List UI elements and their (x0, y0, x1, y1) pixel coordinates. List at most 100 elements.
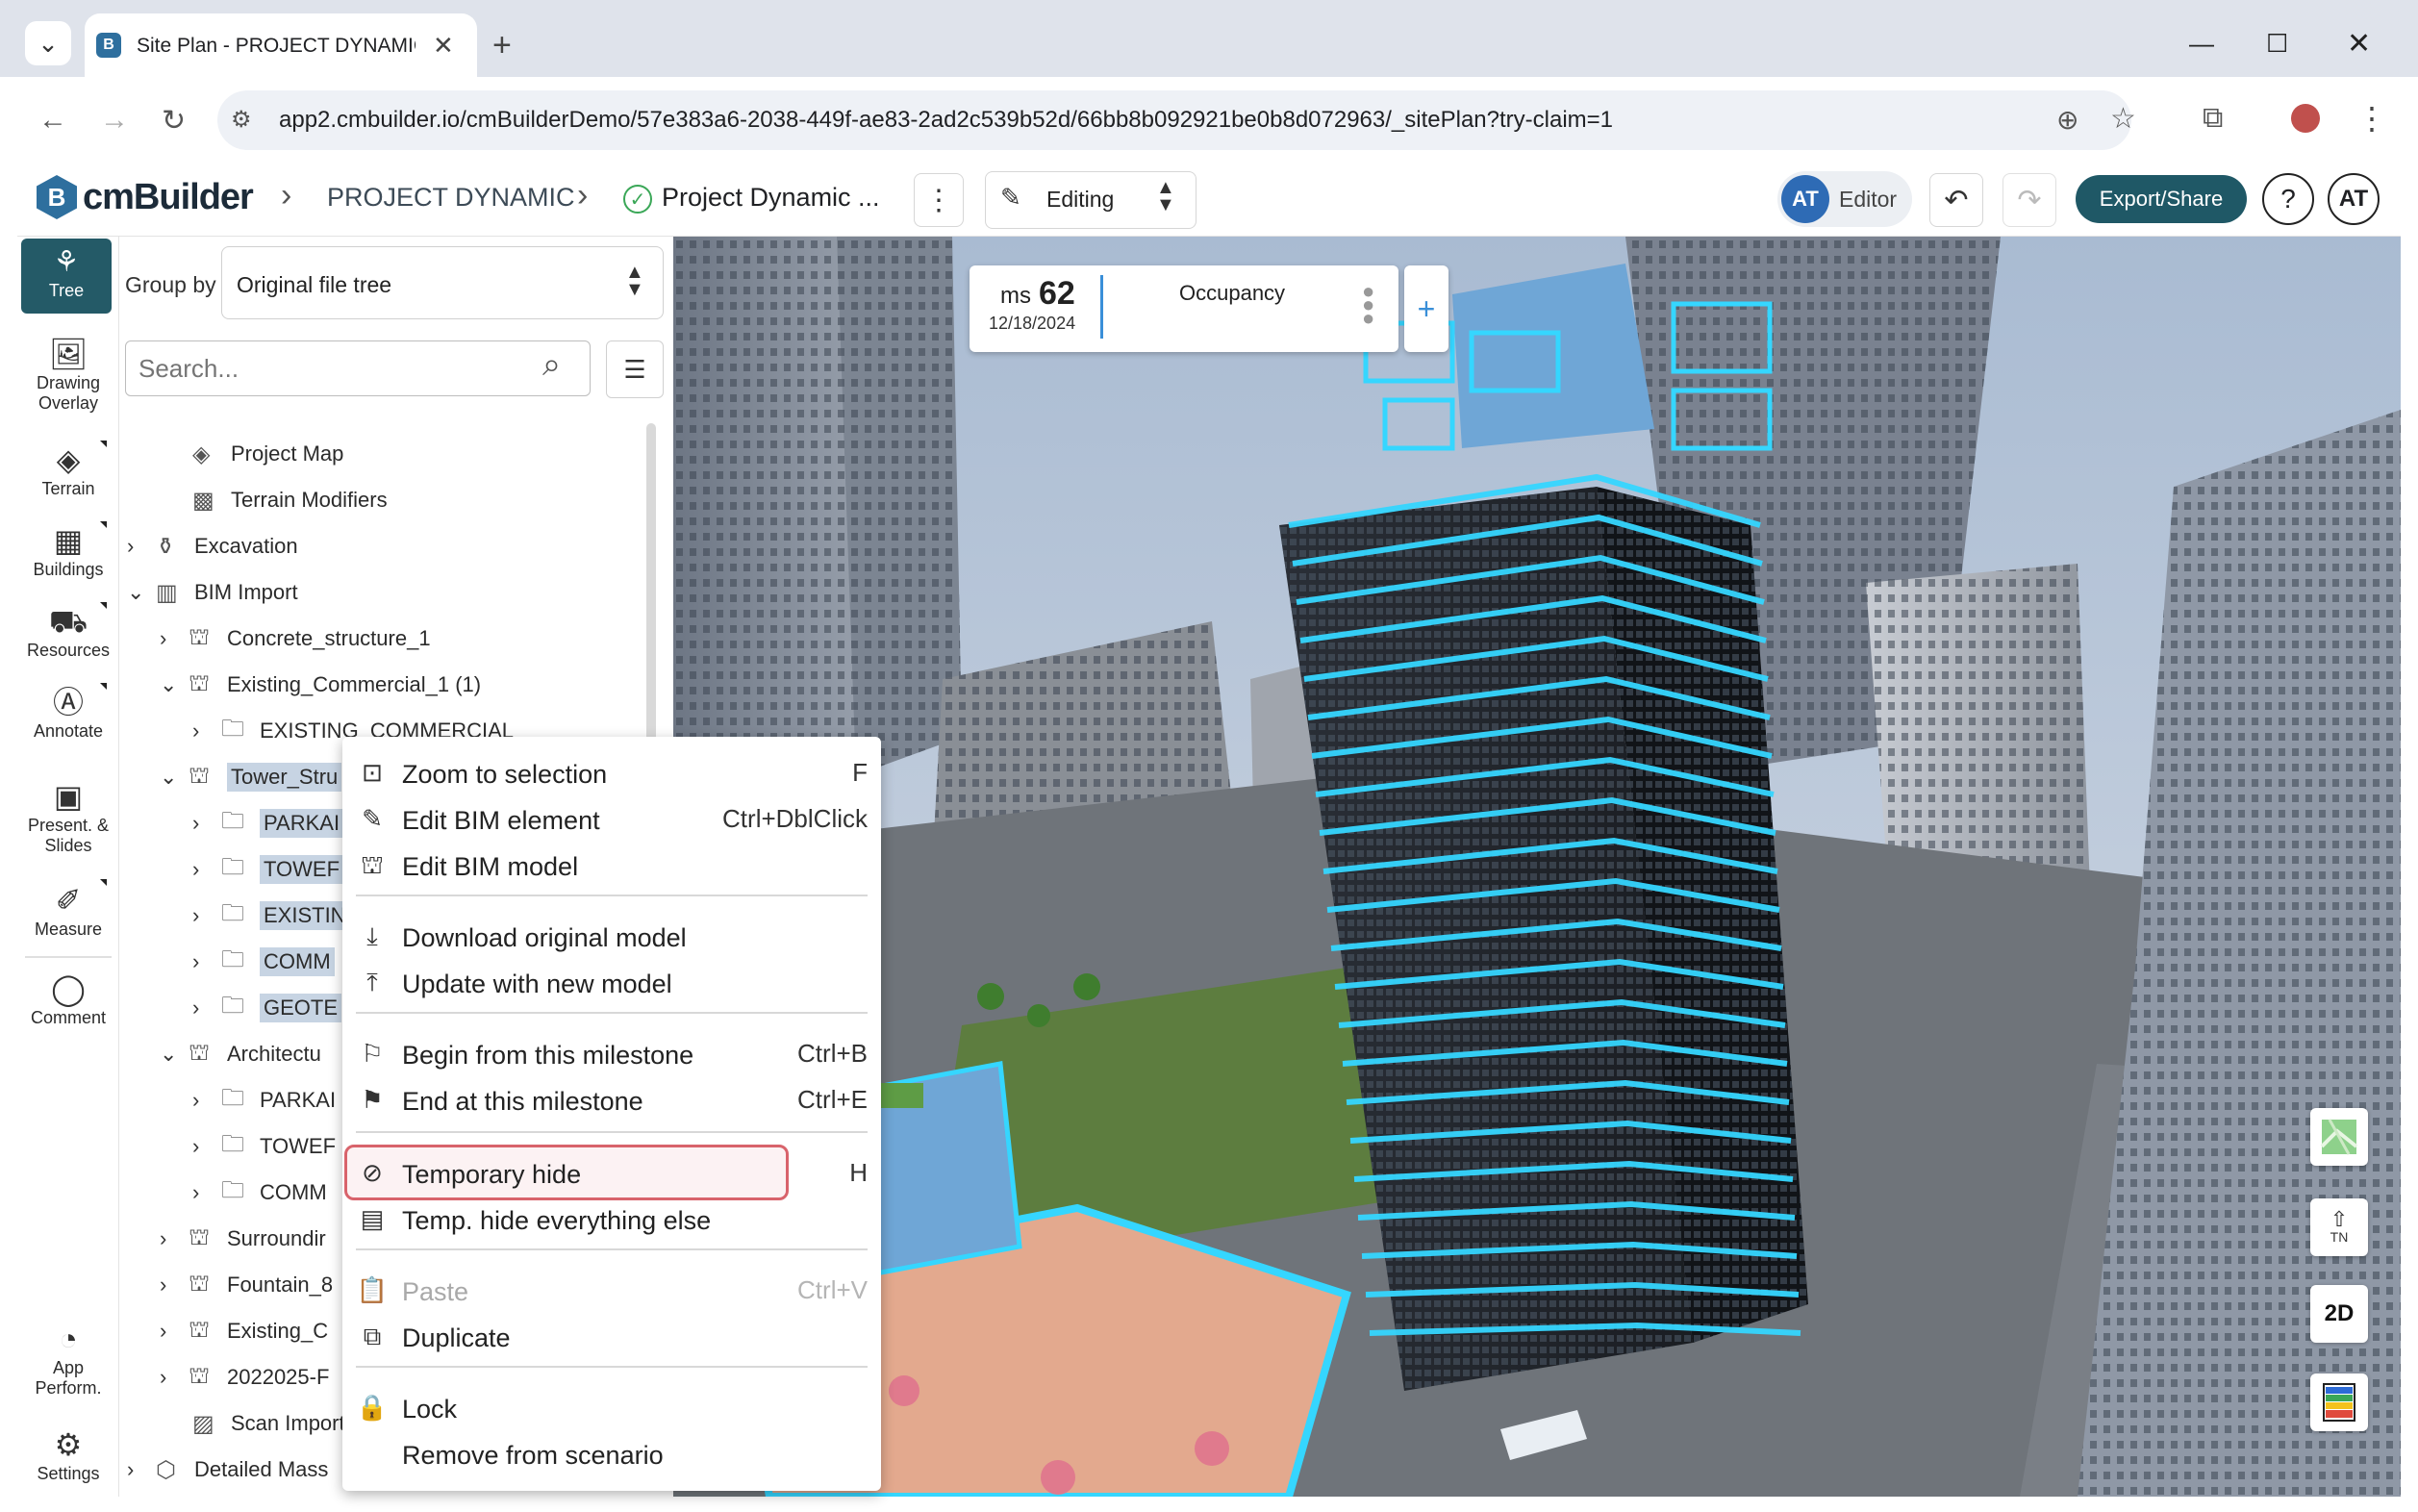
chevron-right-icon[interactable]: › (192, 718, 221, 743)
chevron-down-icon[interactable]: ⌄ (160, 672, 189, 697)
tree-item[interactable]: ⌄ ⛫ Architectu (160, 1035, 321, 1073)
rail-item-terrain[interactable]: ◈ Terrain (17, 442, 119, 499)
tree-item[interactable]: › ⛫ Existing_C (160, 1312, 328, 1350)
chevron-down-icon[interactable]: ⌄ (160, 1042, 189, 1067)
window-minimize-icon[interactable]: — (2189, 29, 2214, 59)
chevron-right-icon[interactable]: › (192, 1180, 221, 1205)
tree-item[interactable]: › 🗀 EXISTIN (192, 896, 350, 935)
rail-item-resources[interactable]: ⛟ Resources (17, 604, 119, 661)
tree-item[interactable]: › 🗀 COMM (192, 1173, 327, 1212)
user-avatar[interactable]: AT (2328, 173, 2380, 225)
tree-item[interactable]: › 🗀 PARKAI (192, 804, 344, 843)
menu-item-edit-bim-model[interactable]: ⛫ Edit BIM model (342, 843, 881, 887)
breadcrumb-project[interactable]: PROJECT DYNAMIC (327, 183, 575, 213)
menu-item-remove-from-scenario[interactable]: Remove from scenario (342, 1431, 881, 1475)
chevron-right-icon[interactable]: › (127, 534, 156, 559)
chevron-right-icon[interactable]: › (160, 626, 189, 651)
redo-button[interactable]: ↷ (2002, 173, 2056, 227)
tree-item[interactable]: › 🗀 TOWEF (192, 850, 344, 889)
site-settings-icon[interactable]: ⚙ (231, 106, 252, 134)
export-share-button[interactable]: Export/Share (2076, 175, 2247, 223)
tree-item[interactable]: › 🗀 TOWEF (192, 1127, 336, 1166)
chevron-right-icon[interactable]: › (192, 1088, 221, 1113)
milestone-card[interactable] (970, 265, 1398, 352)
true-north-button[interactable]: ⇧ TN (2310, 1198, 2368, 1256)
tree-item[interactable]: › ⛫ Concrete_structure_1 (160, 619, 431, 658)
extension-avatar-icon[interactable] (2291, 104, 2320, 133)
chevron-right-icon[interactable]: › (192, 949, 221, 974)
tree-item[interactable]: ⌄ ⛫ Tower_Stru (160, 758, 342, 796)
menu-item-lock[interactable]: 🔒 Lock (342, 1385, 881, 1429)
tree-item[interactable]: ◈ Project Map (164, 435, 343, 473)
basemap-button[interactable] (2310, 1108, 2368, 1166)
chevron-right-icon[interactable]: › (192, 995, 221, 1021)
search-input[interactable] (139, 354, 523, 384)
rail-item-buildings[interactable]: ▦ Buildings (17, 523, 119, 580)
tree-item[interactable]: › ⬡ Detailed Mass (127, 1450, 328, 1489)
view-2d-button[interactable]: 2D (2310, 1285, 2368, 1343)
extensions-icon[interactable]: ⧉ (2203, 102, 2223, 135)
rail-item-present-slides[interactable]: ▣ Present. & Slides (17, 779, 119, 856)
window-close-icon[interactable]: ✕ (2347, 27, 2371, 61)
menu-item-temp-hide-everything-else[interactable]: ▤ Temp. hide everything else (342, 1197, 881, 1241)
menu-item-edit-bim-element[interactable]: ✎ Edit BIM element Ctrl+DblClick (342, 796, 881, 841)
tree-item[interactable]: › 🗀 COMM (192, 943, 335, 981)
chevron-right-icon[interactable]: › (160, 1365, 189, 1390)
help-button[interactable]: ? (2262, 173, 2314, 225)
forward-arrow-icon[interactable]: → (100, 104, 129, 137)
add-milestone-button[interactable]: + (1404, 265, 1448, 352)
new-tab-icon[interactable]: + (492, 27, 512, 64)
browser-menu-icon[interactable]: ⋮ (2356, 100, 2387, 137)
menu-item-update-with-new-model[interactable]: ⤒ Update with new model (342, 960, 881, 1004)
tree-item[interactable]: › ⛫ Fountain_8 (160, 1266, 333, 1304)
menu-item-end-at-this-milestone[interactable]: ⚑ End at this milestone Ctrl+E (342, 1077, 881, 1121)
chevron-down-icon[interactable]: ⌄ (127, 580, 156, 605)
rail-item-comment[interactable]: ◯ Comment (17, 971, 119, 1028)
chevron-right-icon[interactable]: › (127, 1457, 156, 1482)
back-arrow-icon[interactable]: ← (38, 104, 67, 137)
zoom-icon[interactable]: ⊕ (2056, 104, 2078, 136)
tree-item[interactable]: ▩ Terrain Modifiers (164, 481, 388, 519)
breadcrumb-plan[interactable]: Project Dynamic ... (662, 183, 880, 213)
menu-item-zoom-to-selection[interactable]: ⊡ Zoom to selection F (342, 750, 881, 794)
undo-button[interactable]: ↶ (1929, 173, 1983, 227)
chevron-down-icon[interactable]: ⌄ (160, 765, 189, 790)
tree-item[interactable]: ⌄ ▥ BIM Import (127, 573, 298, 612)
tab-list-button[interactable]: ⌄ (25, 21, 71, 65)
chevron-right-icon[interactable]: › (160, 1319, 189, 1344)
tree-item[interactable]: ▨ Scan Import (164, 1404, 345, 1443)
menu-item-begin-from-this-milestone[interactable]: ⚐ Begin from this milestone Ctrl+B (342, 1031, 881, 1075)
tree-item[interactable]: › ⛫ Surroundir (160, 1220, 326, 1258)
rail-item-drawing-overlay[interactable]: 🖼 Drawing Overlay (17, 337, 119, 414)
tree-item[interactable]: ⌄ ⛫ Existing_Commercial_1 (1) (160, 666, 481, 704)
menu-item-download-original-model[interactable]: ⤓ Download original model (342, 914, 881, 958)
plan-menu-button[interactable]: ⋮ (914, 173, 964, 227)
chevron-right-icon[interactable]: › (192, 903, 221, 928)
window-maximize-icon[interactable]: ☐ (2266, 29, 2288, 59)
search-icon[interactable]: ⌕ (542, 346, 561, 384)
tree-item[interactable]: › 🗀 PARKAI (192, 1081, 336, 1120)
reload-icon[interactable]: ↻ (162, 104, 186, 138)
tab-close-icon[interactable]: ✕ (433, 31, 454, 61)
menu-item-duplicate[interactable]: ⧉ Duplicate (342, 1314, 881, 1358)
rail-item-app-performance[interactable]: ◔ App Perform. (17, 1322, 119, 1399)
bookmark-star-icon[interactable]: ☆ (2110, 102, 2136, 136)
filter-options-button[interactable]: ☰ (606, 340, 664, 398)
tree-item[interactable]: › 🗀 GEOTE (192, 989, 342, 1027)
drag-handle-icon[interactable]: ● ● ● (1362, 281, 1374, 329)
url-text[interactable]: app2.cmbuilder.io/cmBuilderDemo/57e383a6… (279, 107, 1613, 134)
layers-button[interactable] (2310, 1373, 2368, 1431)
rail-item-tree[interactable]: ⚘ Tree (21, 239, 112, 314)
tree-item[interactable]: › ⚱ Excavation (127, 527, 298, 566)
rail-item-annotate[interactable]: Ⓐ Annotate (17, 685, 119, 742)
menu-item-temporary-hide[interactable]: ⊘ Temporary hide H (342, 1150, 881, 1195)
menu-item-paste[interactable]: 📋 Paste Ctrl+V (342, 1268, 881, 1312)
chevron-right-icon[interactable]: › (192, 811, 221, 836)
rail-item-settings[interactable]: ⚙ Settings (17, 1427, 119, 1484)
rail-item-measure[interactable]: ✐ Measure (17, 883, 119, 940)
chevron-right-icon[interactable]: › (192, 857, 221, 882)
chevron-right-icon[interactable]: › (160, 1273, 189, 1298)
tree-item[interactable]: › ⛫ 2022025-F (160, 1358, 329, 1397)
chevron-right-icon[interactable]: › (160, 1226, 189, 1251)
chevron-right-icon[interactable]: › (192, 1134, 221, 1159)
